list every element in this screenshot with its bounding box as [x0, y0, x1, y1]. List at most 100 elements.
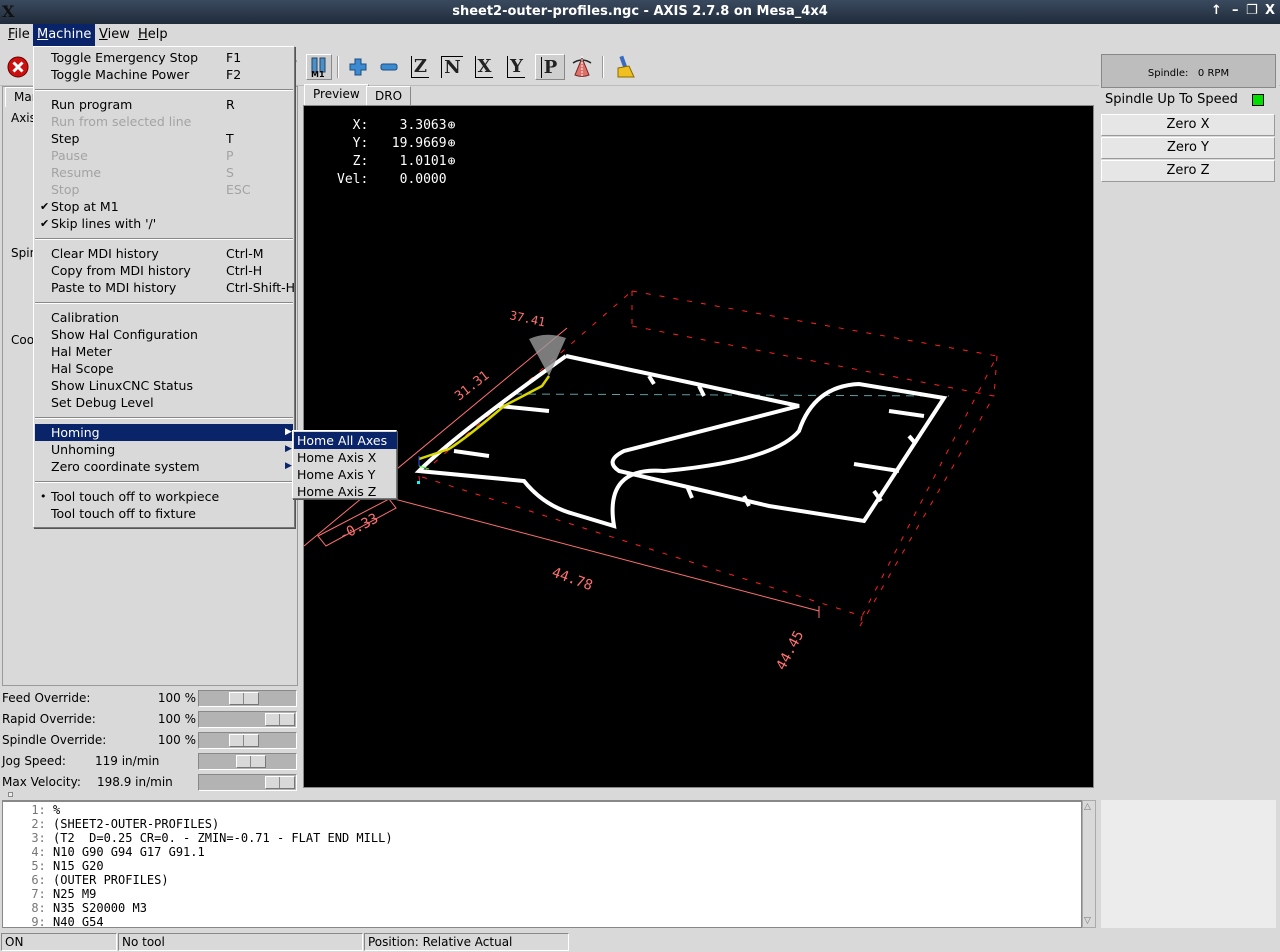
rapid-move-line	[513, 393, 950, 397]
menu-item-hal-meter[interactable]: Hal Meter	[35, 343, 293, 360]
menu-item-label: Toggle Machine Power	[51, 67, 190, 82]
menu-item-stop-at-m1[interactable]: ✔ Stop at M1	[35, 198, 293, 215]
menu-item-hal-scope[interactable]: Hal Scope	[35, 360, 293, 377]
view-z2-button[interactable]: N	[439, 54, 465, 80]
menu-item-show-linuxcnc-status[interactable]: Show LinuxCNC Status	[35, 377, 293, 394]
toolbar-separator	[602, 56, 604, 78]
jog-speed-label: Jog Speed:	[2, 754, 66, 768]
rapid-override-row: Rapid Override: 100 %	[0, 709, 298, 729]
menu-item-accelerator: ESC	[226, 182, 251, 197]
gcode-line[interactable]: 1: %	[3, 803, 1081, 817]
spindle-override-slider[interactable]	[198, 732, 297, 749]
submenu-item-home-axis-z[interactable]: Home Axis Z	[294, 483, 397, 500]
feed-override-slider[interactable]	[198, 690, 297, 707]
submenu-item-home-axis-y[interactable]: Home Axis Y	[294, 466, 397, 483]
rapid-override-thumb[interactable]	[265, 713, 295, 726]
menu-machine[interactable]: Machine	[33, 24, 96, 46]
gcode-line[interactable]: 5: N15 G20	[3, 859, 1081, 873]
zero-x-button[interactable]: Zero X	[1101, 114, 1275, 136]
zero-z-button[interactable]: Zero Z	[1101, 160, 1275, 182]
tab-dro[interactable]: DRO	[366, 86, 412, 106]
gcode-line[interactable]: 9: N40 G54	[3, 915, 1081, 929]
gcode-scrollbar[interactable]: △ ▽	[1082, 800, 1096, 928]
raise-window-icon[interactable]: ↑	[1211, 3, 1222, 18]
view-y-button[interactable]: Y	[503, 54, 529, 80]
spindle-override-thumb[interactable]	[229, 734, 260, 747]
tab-preview[interactable]: Preview	[304, 84, 369, 106]
view-z-button[interactable]: Z	[407, 54, 433, 80]
menu-item-clear-mdi-history[interactable]: Clear MDI history Ctrl-M	[35, 245, 293, 262]
plus-icon	[349, 58, 367, 76]
rapid-override-slider[interactable]	[198, 711, 297, 728]
menu-view[interactable]: View	[95, 24, 134, 46]
max-velocity-thumb[interactable]	[265, 776, 295, 789]
rotate-view-button[interactable]	[569, 54, 595, 80]
menu-item-accelerator: F2	[226, 67, 242, 82]
estop-button[interactable]	[5, 54, 31, 80]
zero-y-button[interactable]: Zero Y	[1101, 137, 1275, 159]
menu-item-copy-from-mdi-history[interactable]: Copy from MDI history Ctrl-H	[35, 262, 293, 279]
menu-help[interactable]: Help	[134, 24, 172, 46]
menu-item-tool-touch-off-to-workpiece[interactable]: • Tool touch off to workpiece	[35, 488, 293, 505]
zoom-in-button[interactable]	[345, 54, 371, 80]
feed-override-thumb[interactable]	[229, 692, 260, 705]
gcode-text-view[interactable]: 1: % 2: (SHEET2-OUTER-PROFILES) 3: (T2 D=0…	[2, 800, 1082, 929]
maximize-icon[interactable]: ❐	[1246, 3, 1258, 18]
spindle-rpm-label: Spindle:	[1147, 68, 1189, 79]
pane-resize-handle[interactable]	[8, 792, 13, 797]
minimize-icon[interactable]: –	[1232, 3, 1239, 18]
menu-item-resume: Resume S	[35, 164, 293, 181]
menu-item-toggle-machine-power[interactable]: Toggle Machine Power F2	[35, 66, 293, 83]
line-number: 9:	[31, 915, 53, 929]
menu-separator	[35, 417, 293, 419]
menu-item-tool-touch-off-to-fixture[interactable]: Tool touch off to fixture	[35, 505, 293, 522]
scroll-down-icon[interactable]: ▽	[1084, 916, 1091, 926]
max-velocity-slider[interactable]	[198, 774, 297, 791]
menu-item-toggle-emergency-stop[interactable]: Toggle Emergency Stop F1	[35, 49, 293, 66]
dro-value: 1.0101	[368, 154, 447, 169]
menu-file[interactable]: File	[4, 24, 34, 46]
close-icon[interactable]: X	[1265, 3, 1275, 18]
submenu-item-home-all-axes[interactable]: Home All Axes	[294, 432, 397, 449]
max-velocity-value: 198.9 in/min	[97, 775, 173, 789]
menu-item-paste-to-mdi-history[interactable]: Paste to MDI history Ctrl-Shift-H	[35, 279, 296, 296]
menu-item-run-program[interactable]: Run program R	[35, 96, 293, 113]
view-p-button[interactable]: P	[535, 54, 565, 80]
menu-item-show-hal-configuration[interactable]: Show Hal Configuration	[35, 326, 293, 343]
view-x-button[interactable]: X	[471, 54, 497, 80]
jog-speed-slider[interactable]	[198, 753, 297, 770]
clear-plot-button[interactable]	[611, 54, 637, 80]
menu-item-skip-lines-with[interactable]: ✔ Skip lines with '/'	[35, 215, 293, 232]
line-text: (SHEET2-OUTER-PROFILES)	[53, 817, 220, 831]
gcode-line[interactable]: 7: N25 M9	[3, 887, 1081, 901]
gcode-line[interactable]: 2: (SHEET2-OUTER-PROFILES)	[3, 817, 1081, 831]
gcode-line[interactable]: 4: N10 G90 G94 G17 G91.1	[3, 845, 1081, 859]
toolpath-plot: 44.78 44.45 31.31 37.41 -0.33	[304, 290, 998, 673]
gcode-line[interactable]: 6: (OUTER PROFILES)	[3, 873, 1081, 887]
line-number: 6:	[31, 873, 53, 887]
gcode-line[interactable]: 8: N35 S20000 M3	[3, 901, 1081, 915]
menu-item-label: Resume	[51, 165, 102, 180]
menu-item-run-from-selected-line: Run from selected line	[35, 113, 293, 130]
menu-item-step[interactable]: Step T	[35, 130, 293, 147]
menu-item-zero-coordinate-system[interactable]: Zero coordinate system ▶	[35, 458, 293, 475]
menu-file-label: ile	[14, 27, 30, 42]
menu-item-set-debug-level[interactable]: Set Debug Level	[35, 394, 293, 411]
broom-icon	[617, 55, 635, 78]
gcode-line[interactable]: 3: (T2 D=0.25 CR=0. - ZMIN=-0.71 - FLAT …	[3, 831, 1081, 845]
menu-item-homing[interactable]: Homing ▶	[35, 424, 293, 441]
optional-stop-button[interactable]: M1	[306, 54, 332, 80]
menu-item-calibration[interactable]: Calibration	[35, 309, 293, 326]
preview-canvas[interactable]: 44.78 44.45 31.31 37.41 -0.33 X: 3.3063⊕…	[303, 105, 1094, 788]
dimension-right: 44.45	[773, 628, 807, 673]
jog-speed-thumb[interactable]	[235, 755, 266, 768]
machine-limits-box	[417, 290, 998, 627]
scroll-up-icon[interactable]: △	[1084, 802, 1091, 812]
dro-row-vel: Vel: 0.0000	[337, 171, 455, 189]
menu-item-label: Copy from MDI history	[51, 263, 191, 278]
line-number: 8:	[31, 901, 53, 915]
submenu-item-home-axis-x[interactable]: Home Axis X	[294, 449, 397, 466]
menu-item-accelerator: Ctrl-Shift-H	[226, 280, 296, 295]
zoom-out-button[interactable]	[376, 54, 402, 80]
menu-item-unhoming[interactable]: Unhoming ▶	[35, 441, 293, 458]
